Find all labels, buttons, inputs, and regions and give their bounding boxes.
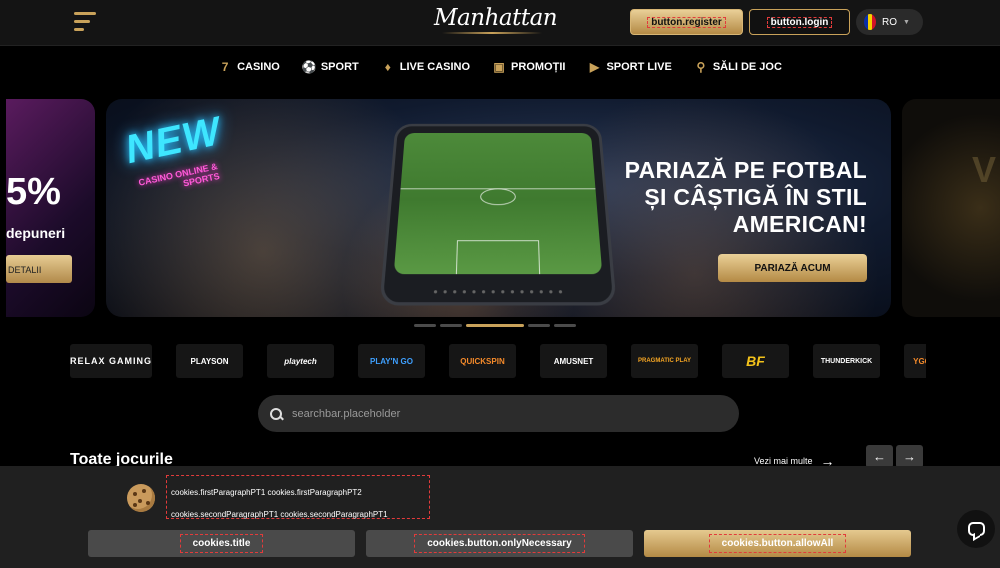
button-label: cookies.button.onlyNecessary [414, 534, 585, 553]
nav-item-casino[interactable]: 7 CASINO [218, 60, 280, 74]
provider-amusnet[interactable]: AMUSNET [540, 344, 608, 378]
nav-item-sport[interactable]: ⚽ SPORT [302, 60, 359, 74]
provider-playson[interactable]: PLAYSON [176, 344, 244, 378]
banner-main[interactable]: NEW CASINO ONLINE & SPORTS PARIAZĂ PE FO… [106, 99, 891, 317]
ticket-icon: ▣ [493, 60, 505, 74]
register-button[interactable]: button.register [630, 9, 743, 35]
provider-quickspin[interactable]: QUICKSPIN [449, 344, 517, 378]
carousel-dot[interactable] [440, 324, 462, 327]
button-label: cookies.button.allowAll [708, 534, 847, 553]
banner-previous[interactable]: 5% depuneri DETALII [6, 99, 95, 317]
details-button[interactable]: DETALII [6, 255, 72, 283]
football-pitch [393, 132, 603, 275]
only-necessary-button[interactable]: cookies.button.onlyNecessary [366, 530, 633, 557]
cookie-icon [127, 484, 155, 512]
language-code: RO [882, 16, 897, 28]
location-pin-icon: ⚲ [696, 60, 706, 74]
cookie-paragraph: cookies.secondParagraphPT1 cookies.secon… [171, 510, 388, 519]
nav-label: SPORT LIVE [606, 61, 672, 73]
nav-label: CASINO [237, 61, 280, 73]
allow-all-button[interactable]: cookies.button.allowAll [644, 530, 911, 557]
next-button[interactable]: → [896, 445, 923, 468]
banner-next[interactable]: V [902, 99, 1000, 317]
banner-headline: PARIAZĂ PE FOTBAL ȘI CÂȘTIGĂ ÎN STIL AME… [625, 157, 867, 238]
nav-item-promotii[interactable]: ▣ PROMOȚII [492, 60, 565, 74]
provider-playtech[interactable]: playtech [267, 344, 335, 378]
provider-playngo[interactable]: PLAY'N GO [358, 344, 426, 378]
banner-percent: 5% [6, 171, 61, 213]
chat-button[interactable] [957, 510, 995, 548]
carousel-indicators [414, 324, 576, 327]
carousel-dot-active[interactable] [466, 324, 524, 327]
see-more-label: Vezi mai multe [754, 456, 813, 466]
nav-label: SPORT [320, 61, 359, 73]
seven-icon: 7 [221, 60, 229, 74]
carousel-dot[interactable] [414, 324, 436, 327]
banner-text: depuneri [6, 225, 66, 241]
cookie-text: cookies.firstParagraphPT1 cookies.firstP… [166, 475, 430, 519]
nav-item-sport-live[interactable]: ▶ SPORT LIVE [587, 60, 672, 74]
bet-now-button[interactable]: PARIAZĂ ACUM [718, 254, 867, 282]
nav-label: PROMOȚII [511, 61, 566, 73]
prev-button[interactable]: ← [866, 445, 893, 468]
provider-relax[interactable]: RELAX GAMING [70, 344, 153, 378]
headline-line: AMERICAN! [732, 211, 867, 237]
romania-flag-icon [864, 14, 876, 30]
carousel-dot[interactable] [528, 324, 550, 327]
search-icon [270, 407, 282, 420]
phone-illustration [379, 123, 617, 306]
nav-item-live-casino[interactable]: ♦ LIVE CASINO [381, 60, 470, 74]
tv-icon: ▶ [589, 60, 600, 74]
search-input[interactable] [292, 407, 712, 420]
provider-thunderkick[interactable]: THUNDERKICK [813, 344, 881, 378]
soccer-ball-icon: ⚽ [301, 60, 317, 74]
register-label: button.register [643, 13, 730, 32]
headline-line: ȘI CÂȘTIGĂ ÎN STIL [644, 184, 867, 210]
main-nav: 7 CASINO ⚽ SPORT ♦ LIVE CASINO ▣ PROMOȚII ▶ S… [0, 46, 1000, 88]
nav-item-sali-de-joc[interactable]: ⚲ SĂLI DE JOC [694, 60, 782, 74]
cookie-paragraph: cookies.firstParagraphPT1 cookies.firstP… [171, 488, 362, 497]
provider-bf[interactable]: BF [722, 344, 790, 378]
provider-pragmatic[interactable]: PRAGMATIC PLAY [631, 344, 699, 378]
logo-underline [442, 32, 542, 34]
banner-decoration: V [972, 149, 997, 190]
menu-icon[interactable] [74, 12, 98, 32]
button-label: cookies.title [179, 534, 264, 553]
language-selector[interactable]: RO ▼ [856, 9, 923, 35]
card-icon: ♦ [384, 60, 391, 74]
search-bar [258, 395, 739, 432]
nav-label: LIVE CASINO [399, 61, 471, 73]
provider-ygg[interactable]: YGG [904, 344, 926, 378]
arrow-left-icon: ← [873, 449, 886, 464]
chat-icon [967, 522, 985, 536]
login-label: button.login [763, 13, 837, 32]
nav-label: SĂLI DE JOC [712, 61, 782, 73]
login-button[interactable]: button.login [749, 9, 850, 35]
chevron-down-icon: ▼ [903, 18, 910, 26]
provider-strip: RELAX GAMING PLAYSON playtech PLAY'N GO … [70, 344, 926, 378]
top-header: Manhattan button.register button.login R… [0, 0, 1000, 46]
cookie-title-button[interactable]: cookies.title [88, 530, 355, 557]
arrow-right-icon: → [903, 449, 916, 464]
headline-line: PARIAZĂ PE FOTBAL [624, 157, 867, 183]
carousel-dot[interactable] [554, 324, 576, 327]
